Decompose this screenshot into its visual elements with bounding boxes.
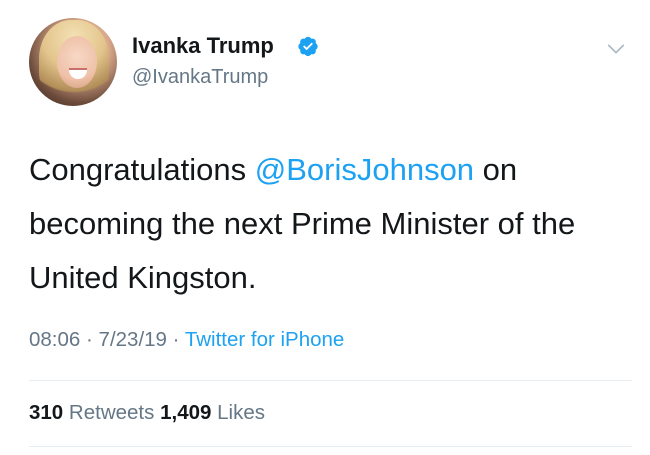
avatar[interactable] [29,18,117,106]
tweet-meta: 08:06 · 7/23/19 · Twitter for iPhone [29,328,344,352]
avatar-face [57,36,97,88]
tweet-text-before: Congratulations [29,152,255,187]
retweets-count: 310 [29,401,64,424]
retweets-stat[interactable]: 310 Retweets [29,401,154,424]
author-handle[interactable]: @IvankaTrump [132,66,268,89]
chevron-down-icon[interactable] [605,38,627,60]
divider [29,446,632,447]
tweet-date: 7/23/19 [98,328,167,351]
author-name[interactable]: Ivanka Trump [132,33,274,59]
likes-stat[interactable]: 1,409 Likes [160,401,265,424]
meta-separator: · [172,328,180,351]
likes-label: Likes [217,401,265,424]
mention-link[interactable]: @BorisJohnson [255,152,474,187]
engagement-stats: 310 Retweets 1,409 Likes [29,401,265,425]
meta-separator: · [86,328,93,351]
verified-badge-icon [298,36,318,57]
tweet-text: Congratulations @BorisJohnson on becomin… [29,143,629,305]
tweet-time: 08:06 [29,328,81,351]
likes-count: 1,409 [160,401,212,424]
tweet-card: Ivanka Trump @IvankaTrump Congratulation… [0,0,650,455]
retweets-label: Retweets [68,401,155,424]
source-link[interactable]: Twitter for iPhone [185,328,345,351]
divider [29,380,632,381]
